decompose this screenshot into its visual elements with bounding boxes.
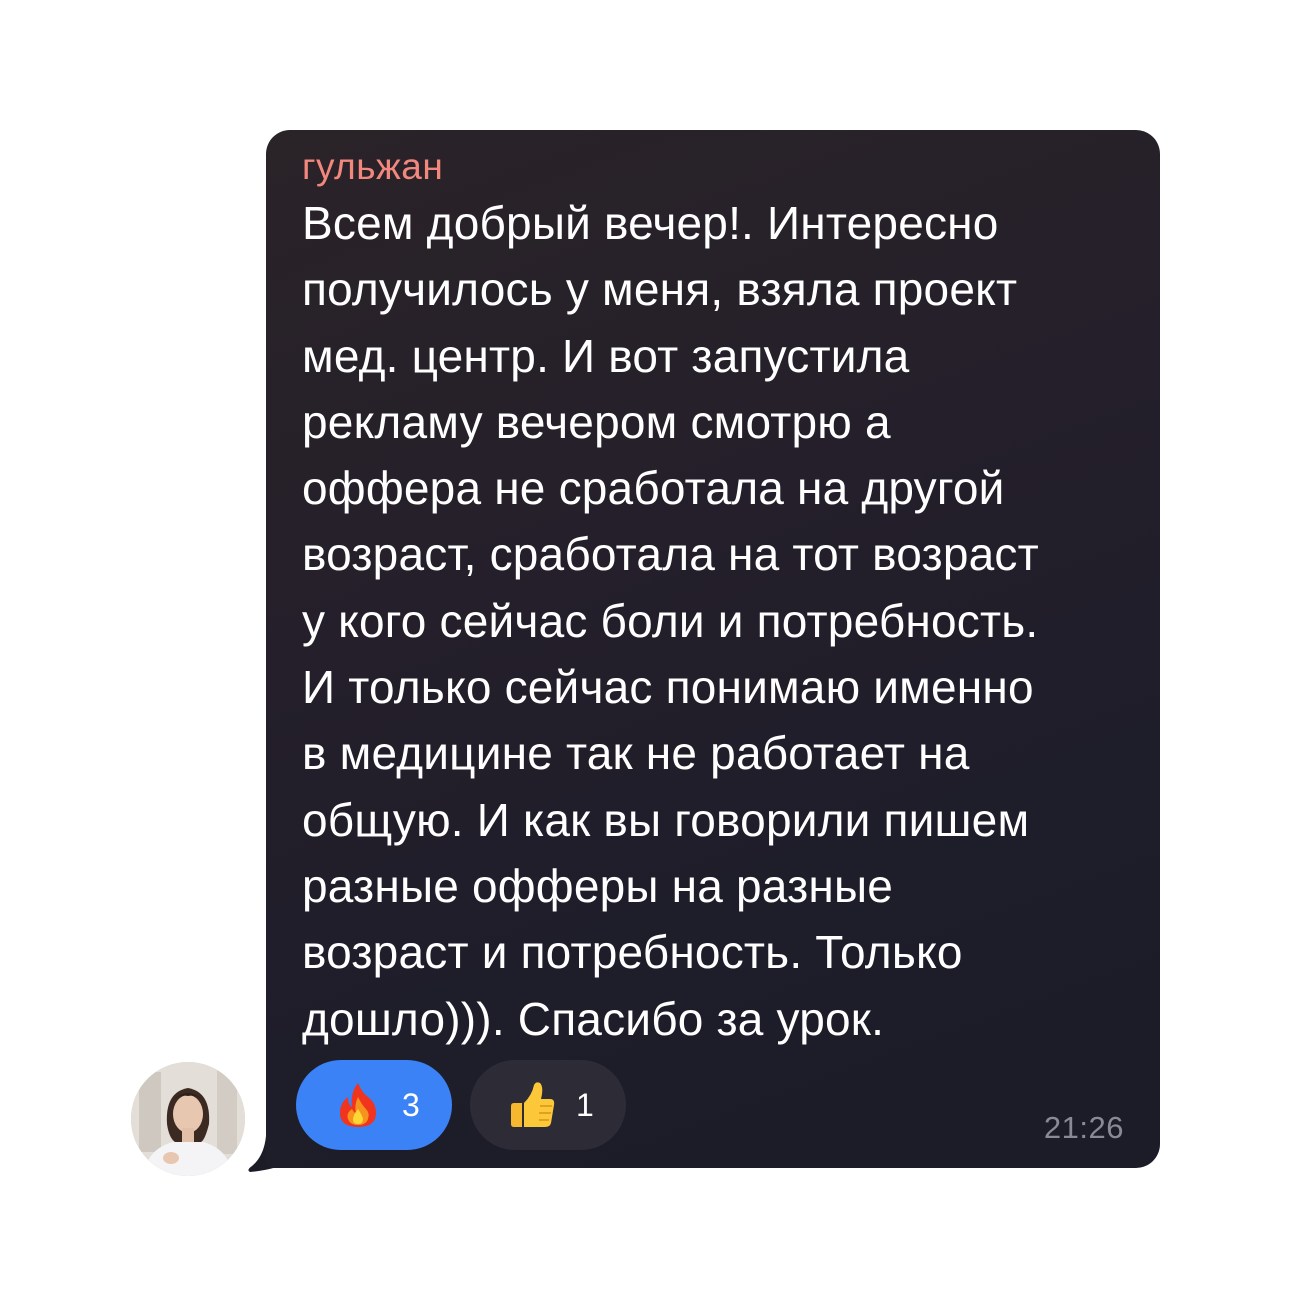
sender-avatar[interactable] <box>131 1062 245 1176</box>
chat-view: гульжан Всем добрый вечер!. Интересно по… <box>0 0 1300 1300</box>
fire-emoji-icon <box>340 1083 376 1127</box>
reaction-fire[interactable]: 3 <box>296 1060 452 1150</box>
reaction-fire-count: 3 <box>402 1086 420 1123</box>
message-timestamp: 21:26 <box>1043 1110 1124 1145</box>
thumbs-up-emoji-icon <box>511 1082 555 1127</box>
reaction-thumbs-up[interactable]: 1 <box>470 1060 626 1150</box>
message-text: Всем добрый вечер!. Интересно получилось… <box>302 197 1039 1045</box>
message-bubble[interactable]: гульжан Всем добрый вечер!. Интересно по… <box>266 130 1160 1168</box>
reactions-bar: 3 1 <box>296 1060 626 1150</box>
avatar-photo <box>131 1062 245 1176</box>
reaction-thumbs-up-count: 1 <box>576 1086 594 1123</box>
sender-name[interactable]: гульжан <box>302 146 443 188</box>
